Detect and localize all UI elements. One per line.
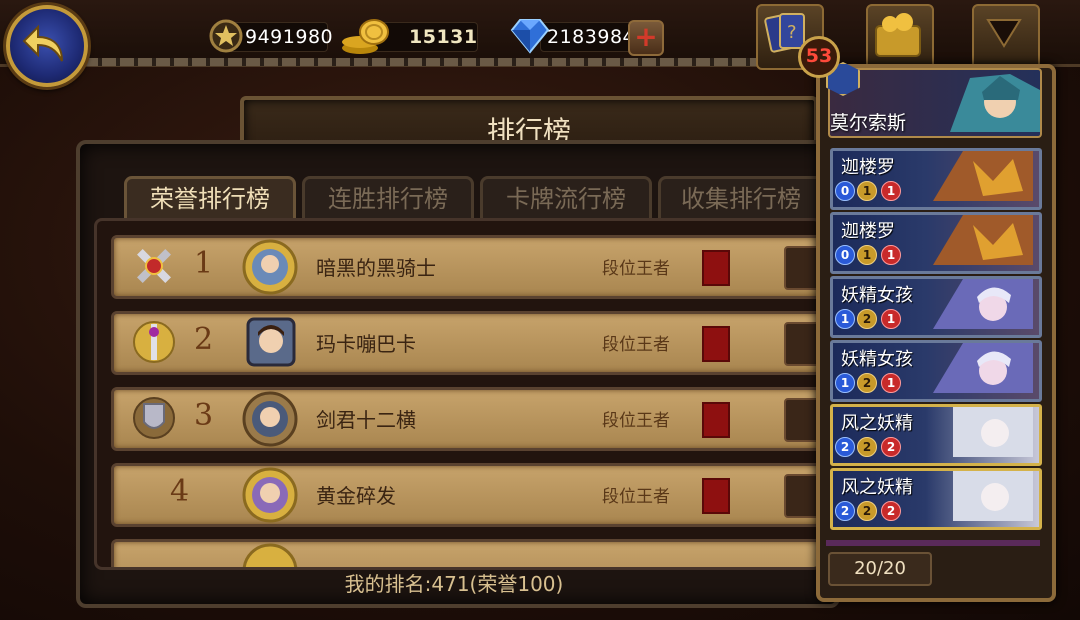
card-cost: 0 — [835, 181, 855, 201]
card-name: 妖精女孩 — [841, 285, 913, 306]
card-cost: 0 — [835, 245, 855, 265]
card-art — [933, 279, 1033, 329]
player-tier: 段位王者 — [602, 487, 670, 507]
ranking-row[interactable] — [111, 539, 819, 567]
player-avatar — [242, 239, 298, 295]
my-rank-text: 我的排名:471(荣誉100) — [344, 572, 564, 596]
ranking-row[interactable]: 1 暗黑的黑骑士 段位王者 — [111, 235, 819, 299]
star-medal-icon — [209, 19, 243, 53]
plus-icon: + — [634, 20, 658, 53]
ranking-row[interactable]: 3 剑君十二横 段位王者 — [111, 387, 819, 451]
rank-number: 1 — [194, 246, 214, 281]
deck-card[interactable]: 风之妖精 2 2 2 — [830, 468, 1042, 530]
back-button[interactable] — [6, 5, 88, 87]
gold-value: 15131 — [409, 26, 478, 48]
card-art — [953, 471, 1033, 521]
red-flag-icon — [702, 478, 730, 514]
card-name: 迦楼罗 — [841, 221, 895, 242]
player-name: 玛卡嘣巴卡 — [316, 332, 416, 356]
card-attack: 1 — [857, 245, 877, 265]
player-name: 暗黑的黑骑士 — [316, 256, 436, 280]
stars-value: 9491980 — [245, 26, 334, 48]
crossed-swords-medal-icon — [137, 249, 171, 283]
triangle-down-icon — [986, 19, 1022, 48]
card-attack: 2 — [857, 501, 877, 521]
blue-diamond-icon — [510, 19, 550, 54]
card-name: 迦楼罗 — [841, 157, 895, 178]
svg-text:?: ? — [787, 22, 797, 43]
player-avatar — [242, 467, 298, 523]
card-health: 1 — [881, 245, 901, 265]
player-avatar — [246, 317, 296, 367]
tab-win-streak[interactable]: 连胜排行榜 — [302, 176, 474, 219]
ranking-row[interactable]: 4 黄金碎发 段位王者 — [111, 463, 819, 527]
back-arrow-icon — [22, 24, 63, 62]
add-gems-button[interactable]: + — [628, 20, 664, 56]
card-name: 风之妖精 — [841, 477, 913, 498]
red-flag-icon — [702, 402, 730, 438]
card-cost: 1 — [835, 309, 855, 329]
card-health: 2 — [881, 437, 901, 457]
card-attack: 2 — [857, 309, 877, 329]
card-cost: 2 — [835, 437, 855, 457]
tab-honor[interactable]: 荣誉排行榜 — [124, 176, 296, 219]
shield-medal-icon — [133, 397, 175, 439]
rank-number: 3 — [194, 398, 214, 433]
player-tier: 段位王者 — [602, 259, 670, 279]
card-health: 1 — [881, 181, 901, 201]
card-art — [933, 343, 1033, 393]
card-art — [933, 215, 1033, 265]
gems-resource: 2183984 — [540, 22, 636, 52]
menu-dropdown-button[interactable] — [972, 4, 1040, 70]
player-tier: 段位王者 — [602, 411, 670, 431]
card-art — [953, 407, 1033, 457]
player-avatar — [242, 543, 298, 567]
card-health: 2 — [881, 501, 901, 521]
card-art — [933, 151, 1033, 201]
deck-card[interactable]: 迦楼罗 0 1 1 — [830, 212, 1042, 274]
ranking-list: 1 暗黑的黑骑士 段位王者 2 玛卡嘣巴卡 段位王者 3 剑君十二横 段位王者 … — [94, 218, 822, 570]
card-cost: 2 — [835, 501, 855, 521]
card-cost: 1 — [835, 373, 855, 393]
player-tier: 段位王者 — [602, 335, 670, 355]
card-health: 1 — [881, 309, 901, 329]
deck-card[interactable]: 风之妖精 2 2 2 — [830, 404, 1042, 466]
tab-collection[interactable]: 收集排行榜 — [658, 176, 824, 219]
red-flag-icon — [702, 326, 730, 362]
player-name: 黄金碎发 — [316, 484, 396, 508]
gems-value: 2183984 — [547, 26, 636, 48]
deck-divider — [826, 540, 1040, 546]
rank-number: 4 — [170, 474, 190, 509]
card-name: 妖精女孩 — [841, 349, 913, 370]
hero-portrait — [950, 74, 1040, 132]
card-attack: 2 — [857, 437, 877, 457]
deck-card[interactable]: 迦楼罗 0 1 1 — [830, 148, 1042, 210]
deck-count: 20/20 — [828, 552, 932, 586]
card-name: 风之妖精 — [841, 413, 913, 434]
deck-card[interactable]: 妖精女孩 1 2 1 — [830, 340, 1042, 402]
tab-card-popularity[interactable]: 卡牌流行榜 — [480, 176, 652, 219]
rank-number: 2 — [194, 322, 214, 357]
ranking-row[interactable]: 2 玛卡嘣巴卡 段位王者 — [111, 311, 819, 375]
deck-card[interactable]: 妖精女孩 1 2 1 — [830, 276, 1042, 338]
deck-count-badge: 53 — [798, 36, 840, 78]
treasure-button[interactable] — [866, 4, 934, 70]
player-name: 剑君十二横 — [316, 408, 416, 432]
hero-name: 莫尔索斯 — [830, 112, 907, 134]
top-bar-chain — [84, 58, 824, 66]
treasure-chest-icon — [875, 13, 921, 57]
card-attack: 2 — [857, 373, 877, 393]
card-attack: 1 — [857, 181, 877, 201]
red-flag-icon — [702, 250, 730, 286]
sword-medal-icon — [133, 321, 175, 363]
player-avatar — [242, 391, 298, 447]
card-health: 1 — [881, 373, 901, 393]
gold-coins-icon — [342, 19, 389, 54]
